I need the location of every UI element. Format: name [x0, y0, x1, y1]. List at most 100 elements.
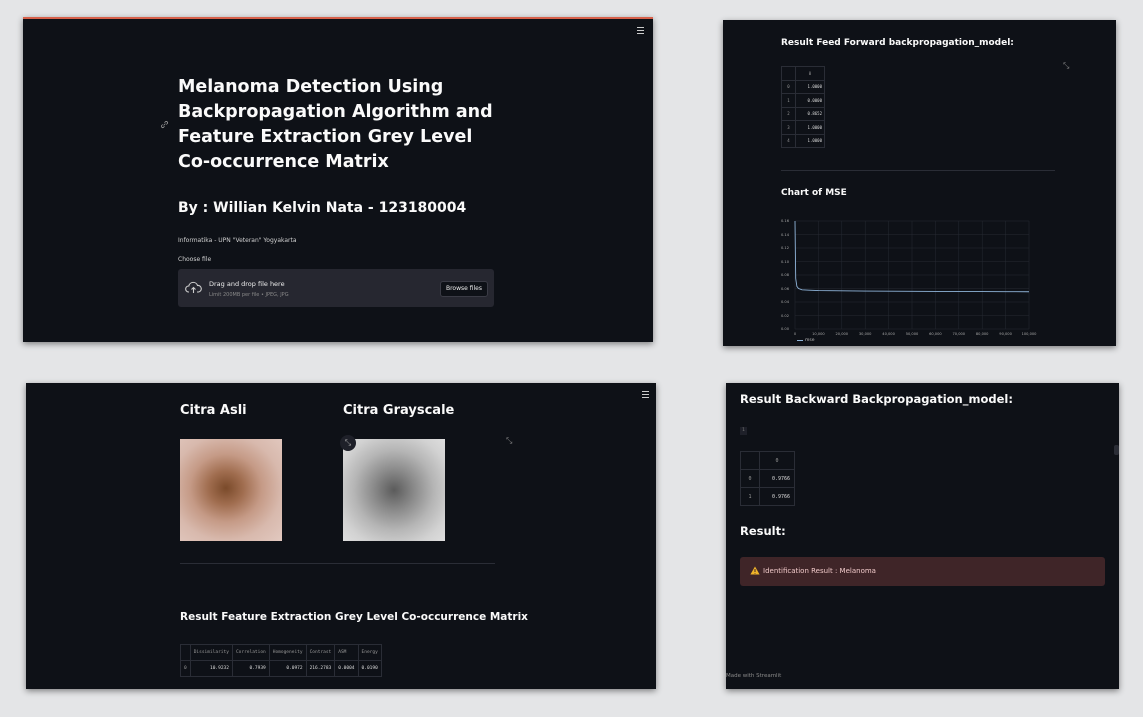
table-cell: 0.0190 — [357, 660, 382, 677]
table-row: 1 0.9766 — [740, 487, 795, 506]
backward-result-panel: Result Backward Backpropagation_model: 1… — [726, 383, 1119, 689]
y-tick-label: 0.04 — [781, 300, 790, 304]
column-header: Homogeneity — [268, 644, 307, 661]
app-header-panel: Melanoma Detection Using Backpropagation… — [23, 17, 653, 342]
table-cell: 1.0000 — [795, 133, 825, 148]
grayscale-skin-image — [343, 439, 445, 541]
x-tick-label: 50,000 — [905, 332, 919, 336]
dropzone-limit-text: Limit 200MB per file • JPEG, JPG — [209, 292, 289, 298]
section-divider — [180, 563, 495, 564]
scroll-handle[interactable] — [1114, 445, 1119, 455]
glcm-title: Result Feature Extraction Grey Level Co-… — [180, 611, 528, 623]
result-heading: Result: — [740, 524, 786, 538]
fullscreen-icon[interactable]: ⤡ — [1063, 61, 1069, 71]
table-cell: 0.7939 — [231, 660, 270, 677]
glcm-table: Dissimilarity Correlation Homogeneity Co… — [180, 644, 382, 677]
x-tick-label: 10,000 — [812, 332, 825, 336]
y-tick-label: 0.12 — [781, 246, 790, 250]
table-row: 3 1.0000 — [781, 120, 825, 135]
table-cell: 0.8652 — [795, 106, 825, 121]
legend-swatch — [797, 340, 803, 341]
table-corner-cell — [781, 66, 796, 81]
row-index: 0 — [740, 469, 760, 488]
table-cell: 0.0972 — [268, 660, 307, 677]
x-tick-label: 40,000 — [882, 332, 895, 336]
cloud-upload-icon — [185, 281, 202, 293]
table-row: 2 0.8652 — [781, 106, 825, 121]
chart-title: Chart of MSE — [781, 188, 847, 198]
legend-label: mse — [805, 338, 815, 343]
y-tick-label: 0.00 — [781, 327, 790, 331]
table-column-header: 0 — [759, 451, 795, 470]
table-row: 0 1.0000 — [781, 79, 825, 94]
row-index: 0 — [781, 79, 796, 94]
table-cell: 0.9766 — [759, 487, 795, 506]
x-tick-label: 80,000 — [975, 332, 989, 336]
fullscreen-icon[interactable]: ⤡ — [506, 436, 512, 446]
row-index: 0 — [180, 660, 191, 677]
table-cell: 1.0000 — [795, 120, 825, 135]
small-badge: 1 — [740, 427, 747, 435]
original-image-title: Citra Asli — [180, 403, 247, 418]
fullscreen-icon[interactable]: ⤡ — [340, 435, 356, 451]
table-cell: 0.0000 — [795, 93, 825, 108]
table-row: 1 0.0000 — [781, 93, 825, 108]
table-header-row: Dissimilarity Correlation Homogeneity Co… — [180, 644, 382, 661]
x-tick-label: 0 — [793, 332, 797, 336]
y-tick-label: 0.06 — [781, 286, 790, 291]
feed-forward-table: 0 0 1.0000 1 0.0000 2 0.8652 3 1.0000 4 … — [781, 66, 825, 148]
mse-chart: 0 10,000 20,000 30,000 40,000 50,000 60,000 70,… — [779, 213, 1069, 346]
hamburger-menu-icon[interactable] — [642, 391, 649, 398]
author-heading: By : Willian Kelvin Nata - 123180004 — [178, 200, 467, 216]
table-corner-cell — [180, 644, 191, 661]
file-dropzone[interactable]: Drag and drop file here Limit 200MB per … — [178, 269, 494, 307]
table-cell: 10.9232 — [189, 660, 233, 677]
grayscale-image-title: Citra Grayscale — [343, 403, 455, 418]
feed-forward-panel: Result Feed Forward backpropagation_mode… — [723, 20, 1116, 346]
link-icon[interactable] — [160, 120, 169, 129]
y-tick-label: 0.14 — [781, 232, 790, 237]
y-tick-label: 0.16 — [781, 219, 790, 223]
streamlit-footer[interactable]: Made with Streamlit — [726, 673, 781, 679]
x-tick-label: 30,000 — [858, 332, 872, 336]
y-tick-label: 0.08 — [781, 273, 790, 277]
column-header: Dissimilarity — [189, 644, 233, 661]
x-tick-label: 100,000 — [1021, 332, 1037, 336]
hamburger-menu-icon[interactable] — [637, 27, 644, 34]
column-header: Correlation — [231, 644, 270, 661]
column-header: ASM — [334, 644, 359, 661]
browse-files-button[interactable]: Browse files — [440, 281, 488, 297]
column-header: Contrast — [305, 644, 336, 661]
y-tick-label: 0.02 — [781, 313, 790, 318]
affiliation-text: Informatika - UPN "Veteran" Yogyakarta — [178, 237, 297, 244]
x-tick-label: 90,000 — [999, 332, 1012, 336]
dropzone-instructions: Drag and drop file here — [209, 280, 285, 288]
table-column-header: 0 — [795, 66, 825, 81]
table-row: 4 1.0000 — [781, 133, 825, 148]
warning-icon — [750, 566, 760, 575]
x-tick-label: 70,000 — [952, 332, 966, 336]
image-result-panel: Citra Asli Citra Grayscale ⤡ ⤡ Result Fe… — [26, 383, 656, 689]
feed-forward-title: Result Feed Forward backpropagation_mode… — [781, 38, 1014, 48]
section-divider — [781, 170, 1055, 171]
backward-table: 0 0 0.9766 1 0.9766 — [740, 451, 795, 506]
table-header-row: 0 — [740, 451, 795, 470]
mse-chart-svg — [794, 220, 1030, 330]
table-cell: 1.0000 — [795, 79, 825, 94]
column-header: Energy — [357, 644, 382, 661]
row-index: 1 — [781, 93, 796, 108]
backward-title: Result Backward Backpropagation_model: — [740, 392, 1013, 406]
table-cell: 216.2783 — [305, 660, 336, 677]
original-skin-image — [180, 439, 282, 541]
row-index: 2 — [781, 106, 796, 121]
x-tick-label: 20,000 — [835, 332, 849, 336]
table-header-row: 0 — [781, 66, 825, 81]
page-title: Melanoma Detection Using Backpropagation… — [178, 77, 493, 172]
x-tick-label: 60,000 — [929, 332, 942, 336]
alert-text: Identification Result : Melanoma — [763, 567, 876, 575]
row-index: 1 — [740, 487, 760, 506]
table-row: 0 0.9766 — [740, 469, 795, 488]
table-cell: 0.9766 — [759, 469, 795, 488]
identification-alert: Identification Result : Melanoma — [740, 557, 1105, 586]
table-row: 0 10.9232 0.7939 0.0972 216.2783 0.0004 … — [180, 660, 382, 677]
